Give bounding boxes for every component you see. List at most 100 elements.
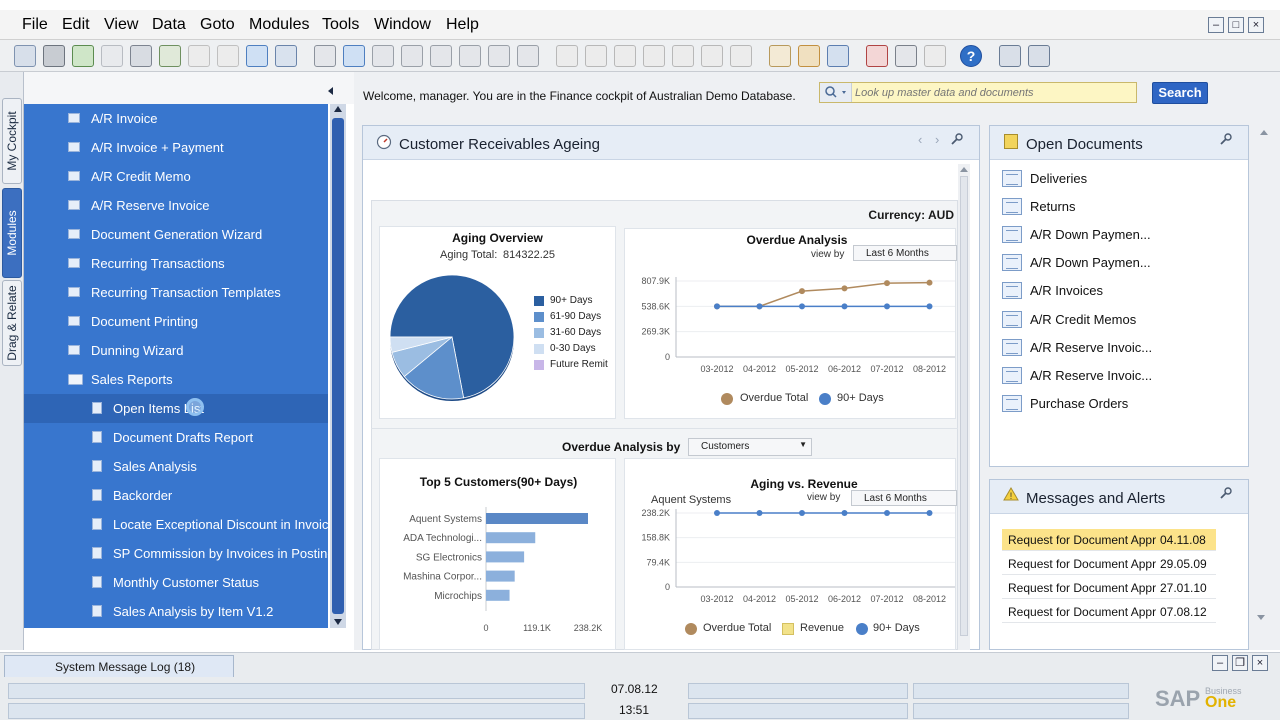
module-item[interactable]: A/R Credit Memo [24,162,328,191]
log-minimize-icon[interactable]: – [1212,655,1228,671]
menu-window[interactable]: Window [374,16,431,34]
journal-icon[interactable] [614,45,636,67]
menu-view[interactable]: View [104,16,138,34]
log-restore-icon[interactable]: ❐ [1232,655,1248,671]
gross-profit-icon[interactable] [672,45,694,67]
menu-file[interactable]: File [22,16,48,34]
system-message-log-tab[interactable]: System Message Log (18) [4,655,234,677]
mail-merge-icon[interactable] [101,45,123,67]
scroll-thumb[interactable] [332,118,344,614]
module-item[interactable]: Open Items List [24,394,328,423]
sort-icon[interactable] [517,45,539,67]
find-icon[interactable] [314,45,336,67]
receivables-scroll-up-icon[interactable] [960,167,968,172]
document-icon[interactable] [188,45,210,67]
minimize-icon[interactable]: – [1208,17,1224,33]
module-item[interactable]: Sales Reports [24,365,328,394]
menu-goto[interactable]: Goto [200,16,235,34]
module-item[interactable]: A/R Invoice [24,104,328,133]
log-close-icon[interactable]: × [1252,655,1268,671]
previous-record-icon[interactable] [401,45,423,67]
module-item[interactable]: Dunning Wizard [24,336,328,365]
message-item[interactable]: Request for Document Approval 04.11.08 [1002,529,1216,551]
calendar-icon[interactable] [895,45,917,67]
print-icon[interactable] [43,45,65,67]
menu-edit[interactable]: Edit [62,16,90,34]
overdue-period-dropdown[interactable]: Last 6 Months [853,245,957,261]
last-record-icon[interactable] [459,45,481,67]
target-document-icon[interactable] [585,45,607,67]
tab-drag-relate[interactable]: Drag & Relate [2,280,22,366]
first-record-icon[interactable] [372,45,394,67]
module-item[interactable]: Recurring Transactions [24,249,328,278]
move-icon[interactable] [246,45,268,67]
form-settings-icon[interactable] [798,45,820,67]
module-item[interactable]: Locate Exceptional Discount in Invoice [24,510,328,539]
open-documents-scroll-up-icon[interactable] [1260,130,1268,135]
module-item[interactable]: Document Generation Wizard [24,220,328,249]
settings-icon[interactable] [730,45,752,67]
status-date: 07.08.12 [611,682,658,696]
payment-icon[interactable] [643,45,665,67]
module-item[interactable]: Document Printing [24,307,328,336]
search-input[interactable] [853,83,1135,102]
open-documents-scrollbar[interactable] [1257,130,1269,460]
scroll-up-icon[interactable] [334,106,342,112]
layout-icon[interactable] [275,45,297,67]
filter-icon[interactable] [488,45,510,67]
org-icon[interactable] [924,45,946,67]
tab-my-cockpit[interactable]: My Cockpit [2,98,22,184]
menu-help[interactable]: Help [446,16,479,34]
search-icon[interactable] [820,83,852,102]
edit-icon[interactable] [769,45,791,67]
menu-data[interactable]: Data [152,16,186,34]
maximize-icon[interactable]: □ [1228,17,1244,33]
server-icon[interactable] [999,45,1021,67]
wrench-icon[interactable] [951,133,963,145]
messages-wrench-icon[interactable] [1220,487,1232,499]
overdue-by-dropdown[interactable]: Customers ▼ [688,438,812,456]
previous-icon[interactable]: ‹ [918,132,922,147]
messages-scroll-down-icon[interactable] [1257,615,1265,620]
next-record-icon[interactable] [430,45,452,67]
help-icon[interactable]: ? [960,45,982,67]
module-item[interactable]: Backorder [24,481,328,510]
database-icon[interactable] [827,45,849,67]
aging-revenue-period-dropdown[interactable]: Last 6 Months [851,490,957,506]
module-item[interactable]: Monthly Customer Status [24,568,328,597]
scroll-down-icon[interactable] [334,619,342,625]
tab-modules[interactable]: Modules [2,188,22,278]
fax-icon[interactable] [130,45,152,67]
aging-revenue-card: Aging vs. Revenue Aquent Systems view by… [624,458,957,650]
message-item[interactable]: Request for Document Approval 29.05.09 [1002,553,1216,575]
module-item[interactable]: A/R Reserve Invoice [24,191,328,220]
search-field[interactable] [819,82,1137,103]
module-item[interactable]: A/R Invoice + Payment [24,133,328,162]
close-icon[interactable]: × [1248,17,1264,33]
menu-modules[interactable]: Modules [249,16,309,34]
module-item[interactable]: SP Commission by Invoices in Posting [24,539,328,568]
x-tick-label: 06-2012 [828,594,861,604]
message-item[interactable]: Request for Document Approval 07.08.12 [1002,601,1216,623]
book-icon[interactable] [701,45,723,67]
search-button[interactable]: Search [1152,82,1208,104]
module-scrollbar[interactable] [330,104,346,628]
module-item[interactable]: Recurring Transaction Templates [24,278,328,307]
message-icon[interactable] [866,45,888,67]
preview-icon[interactable] [14,45,36,67]
excel-icon[interactable] [159,45,181,67]
module-item[interactable]: Sales Analysis [24,452,328,481]
open-documents-wrench-icon[interactable] [1220,133,1232,145]
add-icon[interactable] [343,45,365,67]
module-item[interactable]: Document Drafts Report [24,423,328,452]
menu-tools[interactable]: Tools [322,16,359,34]
document-icon-2[interactable] [217,45,239,67]
server-icon-2[interactable] [1028,45,1050,67]
export-icon[interactable] [72,45,94,67]
message-item[interactable]: Request for Document Approval 27.01.10 [1002,577,1216,599]
next-icon[interactable]: › [935,132,939,147]
module-item[interactable]: Sales Analysis by Item V1.2 [24,597,328,626]
base-document-icon[interactable] [556,45,578,67]
collapse-panel-icon[interactable] [328,87,333,95]
toolbar: ? [0,40,1280,72]
